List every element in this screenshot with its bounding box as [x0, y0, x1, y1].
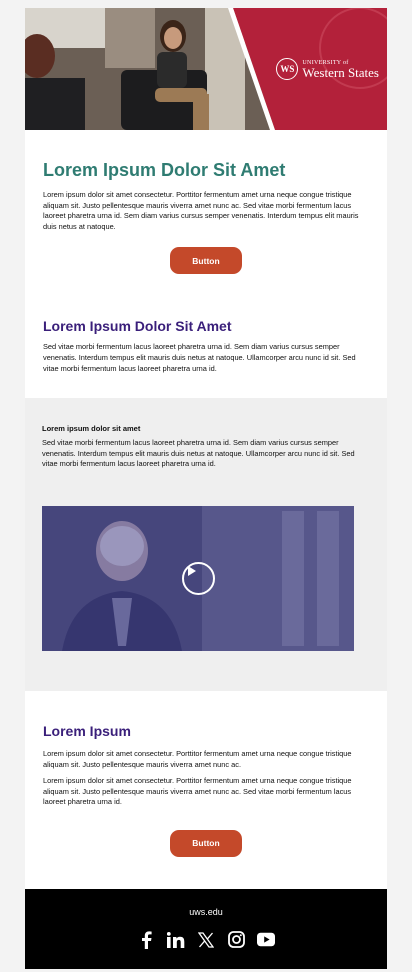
footer: uws.edu — [25, 888, 387, 969]
video-thumbnail[interactable] — [42, 505, 354, 651]
ws-seal-icon: WS — [276, 58, 299, 80]
instagram-icon[interactable] — [227, 931, 245, 949]
section-four: Lorem Ipsum Lorem ipsum dolor sit amet c… — [25, 691, 387, 889]
footer-website-link[interactable]: uws.edu — [189, 907, 223, 917]
university-logo[interactable]: WS UNIVERSITY of Western States — [276, 58, 379, 80]
social-links — [137, 931, 275, 949]
video-section: Lorem ipsum dolor sit amet Sed vitae mor… — [25, 398, 387, 691]
play-icon[interactable] — [182, 561, 215, 595]
logo-name: Western States — [302, 64, 379, 80]
section-four-body-1: Lorem ipsum dolor sit amet consectetur. … — [43, 748, 352, 769]
intro-button[interactable]: Button — [170, 247, 242, 275]
x-icon[interactable] — [197, 931, 215, 949]
section-four-body-2: Lorem ipsum dolor sit amet consectetur. … — [43, 776, 352, 807]
intro-heading: Lorem Ipsum Dolor Sit Amet — [43, 160, 286, 180]
header-hero-image: WS UNIVERSITY of Western States — [25, 8, 387, 130]
email-container: WS UNIVERSITY of Western States Lorem Ip… — [25, 8, 387, 969]
section-two-heading: Lorem Ipsum Dolor Sit Amet — [43, 318, 232, 335]
video-section-heading: Lorem ipsum dolor sit amet — [42, 424, 141, 434]
section-two: Lorem Ipsum Dolor Sit Amet Sed vitae mor… — [25, 292, 387, 398]
video-section-body: Sed vitae morbi fermentum lacus laoreet … — [42, 438, 355, 469]
intro-section: Lorem Ipsum Dolor Sit Amet Lorem ipsum d… — [25, 130, 387, 292]
section-two-body: Sed vitae morbi fermentum lacus laoreet … — [43, 342, 356, 373]
section-four-button[interactable]: Button — [170, 829, 242, 857]
linkedin-icon[interactable] — [167, 931, 185, 949]
facebook-icon[interactable] — [137, 931, 155, 949]
section-four-heading: Lorem Ipsum — [43, 722, 131, 739]
intro-body: Lorem ipsum dolor sit amet consectetur. … — [43, 190, 359, 231]
youtube-icon[interactable] — [257, 931, 275, 949]
